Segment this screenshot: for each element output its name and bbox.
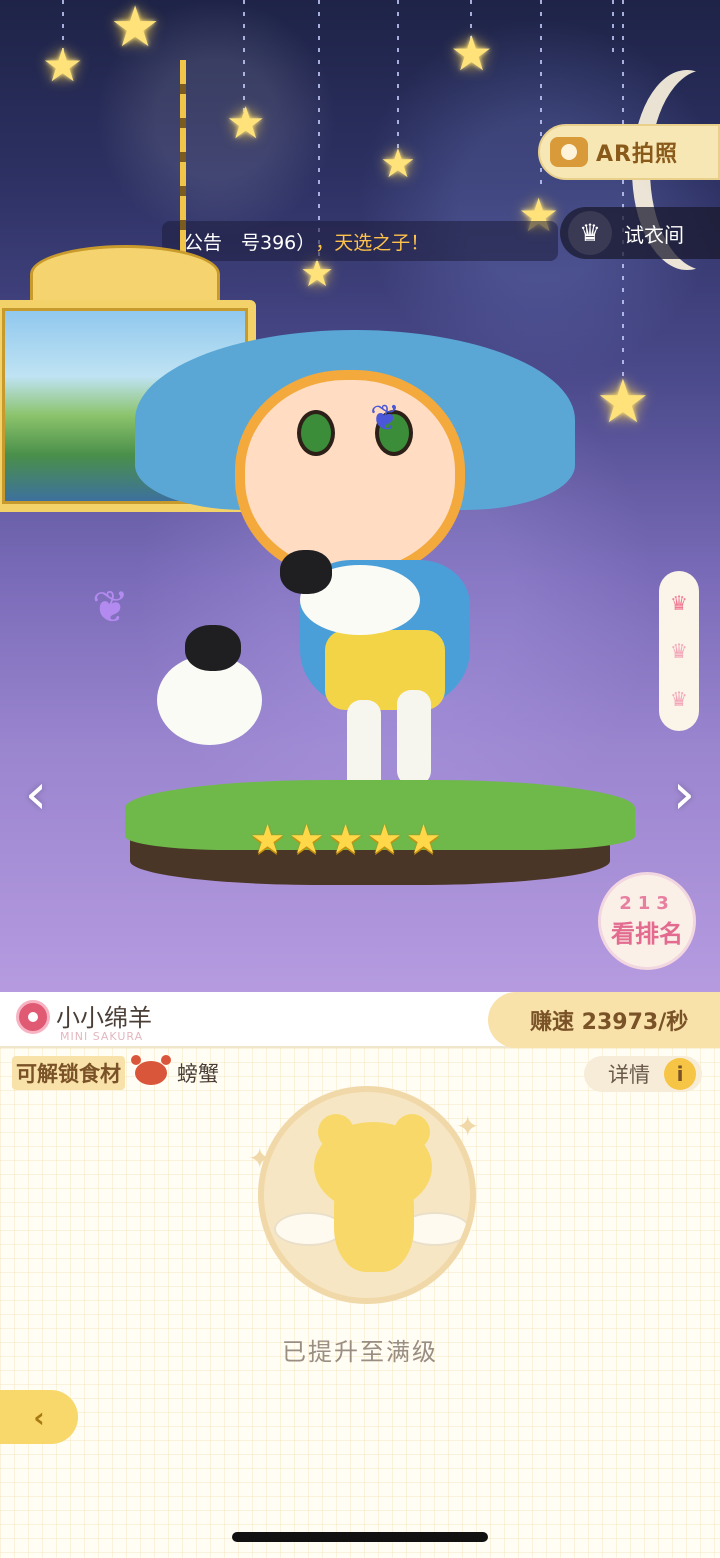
butterfly-icon: ❦: [92, 582, 129, 633]
crown-icon[interactable]: ♛: [670, 591, 688, 615]
previous-figure-button[interactable]: ‹: [16, 765, 56, 825]
star-ornament-icon: ★: [380, 141, 416, 187]
details-button[interactable]: 详情 i: [584, 1056, 702, 1092]
rating-star-icon: ★: [327, 817, 364, 863]
wardrobe-button[interactable]: ♛ 试衣间: [560, 207, 720, 259]
crown-icon[interactable]: ♛: [670, 639, 688, 663]
figure-series: MINI SAKURA: [60, 1030, 144, 1043]
ranking-label: 看排名: [611, 920, 683, 948]
hanging-string: [612, 0, 614, 60]
star-ornament-icon: ★: [226, 98, 266, 149]
announcement-ticker: 公告 号396） ，天选之子！: [162, 221, 558, 261]
level-selector[interactable]: ♛ ♛ ♛: [659, 571, 699, 731]
butterfly-icon: ❦: [370, 398, 401, 439]
home-indicator[interactable]: [232, 1532, 488, 1542]
ranking-button[interactable]: 213 看排名: [598, 872, 696, 970]
jumping-lamb-head: [185, 625, 241, 671]
ar-photo-label: AR拍照: [596, 142, 678, 167]
rating-star-icon: ★: [249, 817, 286, 863]
next-figure-button[interactable]: ›: [664, 765, 704, 825]
kero-body: [334, 1162, 414, 1272]
figure-scene: ★ ★ ★ ★ ★ ★ ★ ★ AR拍照 公告 号396） ，天选之子！ ♛ 试…: [0, 0, 720, 995]
back-arrow-icon: ‹: [33, 1400, 45, 1434]
wardrobe-label: 试衣间: [624, 222, 684, 247]
figure-eye: [297, 410, 335, 456]
unlockable-ingredient-title: 可解锁食材: [12, 1056, 125, 1090]
star-ornament-icon: ★: [42, 38, 84, 92]
details-label: 详情: [608, 1063, 650, 1087]
camera-icon: [550, 137, 588, 167]
crab-icon: [131, 1055, 171, 1085]
unlockable-ingredient-row: 可解锁食材 螃蟹: [12, 1055, 219, 1090]
star-rating: ★ ★ ★ ★ ★: [248, 817, 443, 863]
sakura-figure[interactable]: [85, 300, 645, 900]
chevron-left-icon: ‹: [24, 762, 48, 827]
star-ornament-icon: ★: [110, 0, 161, 60]
announcement-text: 公告 号396）: [184, 231, 316, 254]
announcement-highlight: ，天选之子！: [315, 231, 430, 254]
star-ornament-icon: ★: [450, 26, 494, 82]
figure-info-panel: 小小绵羊 MINI SAKURA 赚速 23973/秒 可解锁食材 螃蟹 详情 …: [0, 992, 720, 1558]
figure-name: 小小绵羊: [56, 1004, 152, 1032]
ingredient-name: 螃蟹: [177, 1062, 219, 1086]
held-lamb-head: [280, 550, 332, 594]
outfit-icon: ♛: [568, 211, 612, 255]
kero-medal: [258, 1086, 476, 1304]
max-level-status: 已提升至满级: [282, 1338, 438, 1366]
hanging-string: [397, 0, 399, 150]
crown-icon[interactable]: ♛: [670, 687, 688, 711]
podium-icon: 213: [619, 893, 675, 914]
info-icon: i: [664, 1058, 696, 1090]
panel-header: 小小绵羊 MINI SAKURA 赚速 23973/秒: [0, 992, 720, 1048]
figure-leg: [397, 690, 431, 785]
figure-face: [235, 370, 465, 580]
ar-photo-button[interactable]: AR拍照: [538, 124, 720, 180]
rating-star-icon: ★: [405, 817, 442, 863]
chevron-right-icon: ›: [672, 762, 696, 827]
frame-crest: [30, 245, 220, 303]
rating-star-icon: ★: [366, 817, 403, 863]
rating-star-icon: ★: [288, 817, 325, 863]
back-button[interactable]: ‹: [0, 1390, 78, 1444]
sakura-logo-icon: [16, 1000, 50, 1034]
earn-speed: 赚速 23973/秒: [488, 992, 720, 1048]
